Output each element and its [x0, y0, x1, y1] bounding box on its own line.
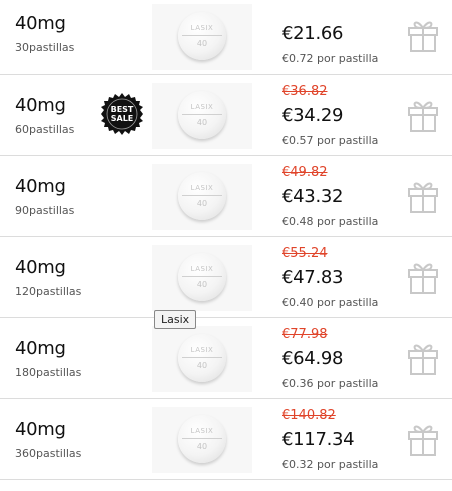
- product-row[interactable]: 40mg 180pastillas LASIX 40 €77.98 €64.98…: [0, 318, 452, 399]
- badge-line-2: SALE: [110, 114, 134, 123]
- product-row[interactable]: 40mg 360pastillas LASIX 40 €140.82 €117.…: [0, 399, 452, 480]
- dose-label: 40mg: [15, 176, 66, 197]
- pill-imprint-bottom: 40: [196, 361, 208, 370]
- quantity-label: 90pastillas: [15, 204, 75, 217]
- gift-icon[interactable]: [406, 421, 440, 457]
- pill-image: LASIX 40: [152, 326, 252, 392]
- pill-image: LASIX 40: [152, 4, 252, 70]
- pill-imprint-bottom: 40: [196, 118, 208, 127]
- gift-icon[interactable]: [406, 178, 440, 214]
- price: €21.66: [282, 23, 344, 44]
- per-unit-price: €0.40 por pastilla: [282, 296, 379, 309]
- pill-image: LASIX 40: [152, 245, 252, 311]
- product-row[interactable]: 40mg 30pastillas LASIX 40 €21.66 €0.72 p…: [0, 0, 452, 75]
- pill-imprint-bottom: 40: [196, 280, 208, 289]
- price: €64.98: [282, 348, 344, 369]
- pill-tablet: LASIX 40: [178, 172, 226, 220]
- dose-label: 40mg: [15, 95, 66, 116]
- quantity-label: 60pastillas: [15, 123, 75, 136]
- pill-tablet: LASIX 40: [178, 91, 226, 139]
- pill-tablet: LASIX 40: [178, 334, 226, 382]
- pill-image: LASIX 40: [152, 407, 252, 473]
- best-sale-badge: BEST SALE: [101, 93, 143, 135]
- per-unit-price: €0.36 por pastilla: [282, 377, 379, 390]
- pill-imprint-bottom: 40: [196, 442, 208, 451]
- quantity-label: 360pastillas: [15, 447, 82, 460]
- gift-icon[interactable]: [406, 17, 440, 53]
- dose-label: 40mg: [15, 13, 66, 34]
- pill-imprint-top: LASIX: [190, 103, 214, 111]
- pill-imprint-bottom: 40: [196, 199, 208, 208]
- old-price: €49.82: [282, 165, 328, 180]
- price: €47.83: [282, 267, 344, 288]
- pill-imprint-top: LASIX: [190, 24, 214, 32]
- dose-label: 40mg: [15, 419, 66, 440]
- per-unit-price: €0.57 por pastilla: [282, 134, 379, 147]
- pill-imprint-bottom: 40: [196, 39, 208, 48]
- quantity-label: 120pastillas: [15, 285, 82, 298]
- per-unit-price: €0.32 por pastilla: [282, 458, 379, 471]
- pill-imprint-top: LASIX: [190, 265, 214, 273]
- pill-image: LASIX 40: [152, 164, 252, 230]
- price: €117.34: [282, 429, 355, 450]
- price: €43.32: [282, 186, 344, 207]
- pill-image: LASIX 40: [152, 83, 252, 149]
- gift-icon[interactable]: [406, 259, 440, 295]
- price: €34.29: [282, 105, 344, 126]
- pill-tablet: LASIX 40: [178, 415, 226, 463]
- per-unit-price: €0.72 por pastilla: [282, 52, 379, 65]
- pill-tablet: LASIX 40: [178, 12, 226, 60]
- quantity-label: 180pastillas: [15, 366, 82, 379]
- pill-imprint-top: LASIX: [190, 427, 214, 435]
- per-unit-price: €0.48 por pastilla: [282, 215, 379, 228]
- old-price: €77.98: [282, 327, 328, 342]
- product-row[interactable]: 40mg 120pastillas LASIX 40 €55.24 €47.83…: [0, 237, 452, 318]
- pill-imprint-top: LASIX: [190, 346, 214, 354]
- dose-label: 40mg: [15, 338, 66, 359]
- pill-imprint-top: LASIX: [190, 184, 214, 192]
- old-price: €55.24: [282, 246, 328, 261]
- gift-icon[interactable]: [406, 97, 440, 133]
- dose-label: 40mg: [15, 257, 66, 278]
- old-price: €140.82: [282, 408, 336, 423]
- product-row[interactable]: 40mg 90pastillas LASIX 40 €49.82 €43.32 …: [0, 156, 452, 237]
- badge-line-1: BEST: [110, 105, 134, 114]
- pill-tablet: LASIX 40: [178, 253, 226, 301]
- product-row[interactable]: 40mg 60pastillas LASIX 40 €36.82 €34.29 …: [0, 75, 452, 156]
- old-price: €36.82: [282, 84, 328, 99]
- product-list: 40mg 30pastillas LASIX 40 €21.66 €0.72 p…: [0, 0, 452, 480]
- quantity-label: 30pastillas: [15, 41, 75, 54]
- tooltip: Lasix: [154, 310, 197, 329]
- gift-icon[interactable]: [406, 340, 440, 376]
